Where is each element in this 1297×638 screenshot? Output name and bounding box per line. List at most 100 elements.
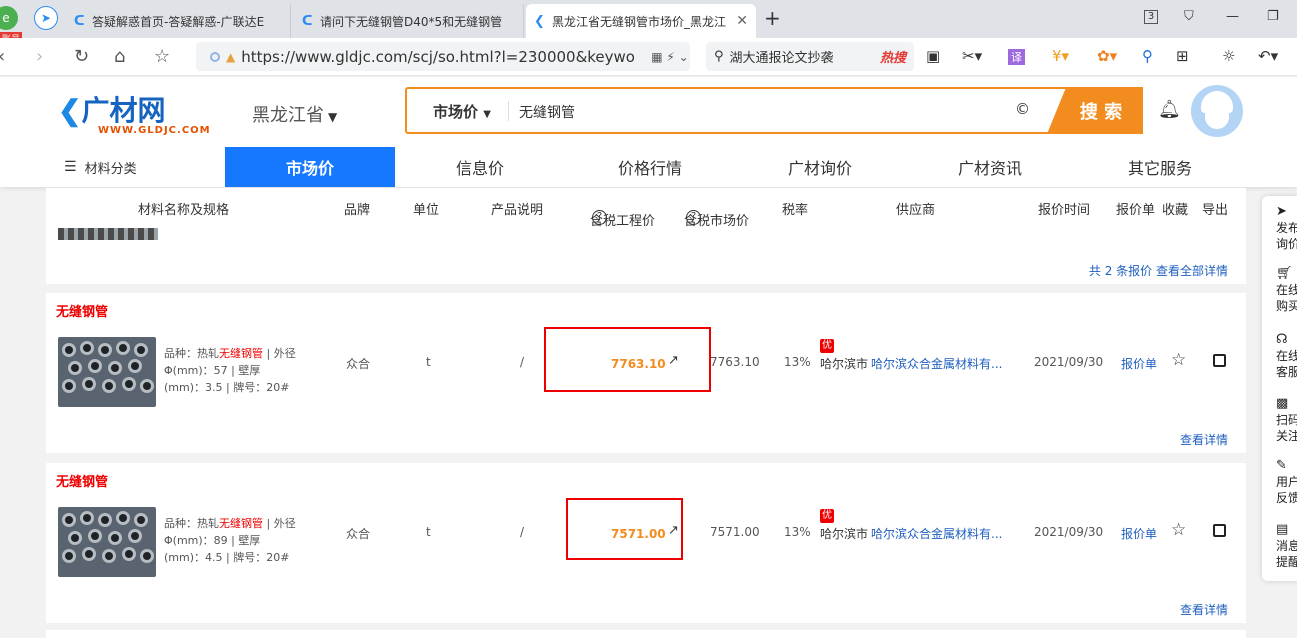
url-text: https://www.gldjc.com/scj/so.html?l=2300… xyxy=(241,47,635,66)
supplier-link[interactable]: 哈尔滨众合金属材料有... xyxy=(871,355,1002,372)
favorite-star-icon[interactable]: ☆ xyxy=(1171,350,1186,370)
reload-icon[interactable]: ↻ xyxy=(74,46,89,67)
view-detail-link[interactable]: 查看详情 xyxy=(1180,431,1228,448)
bookmark-star-icon[interactable]: ☆ xyxy=(154,46,170,67)
tab-favicon-icon: ❮ xyxy=(534,14,545,29)
note-value: / xyxy=(520,525,525,539)
quote-link[interactable]: 报价单 xyxy=(1121,525,1157,542)
search-icon: ⚲ xyxy=(714,49,724,64)
main-nav: ☰ 材料分类 市场价 信息价 价格行情 广材询价 广材资讯 其它服务 xyxy=(0,147,1297,187)
browser-search-box[interactable]: ⚲ 湖大通报论文抄袭 热搜 xyxy=(706,42,914,71)
apps-grid-icon[interactable]: ⊞ xyxy=(1176,47,1189,65)
tab-close-icon[interactable]: ✕ xyxy=(736,13,748,29)
new-tab-icon[interactable]: + xyxy=(764,6,781,30)
browser-logo-icon[interactable]: e xyxy=(0,6,18,30)
chevron-down-icon: ▼ xyxy=(328,110,338,124)
quote-date: 2021/09/30 xyxy=(1034,355,1104,369)
navigate-icon[interactable]: ➤ xyxy=(34,6,58,30)
menu-icon: ☰ xyxy=(64,159,77,175)
unit-value: t xyxy=(426,355,431,369)
col-quote: 报价单 xyxy=(1116,203,1156,218)
product-spec: 品种：热轧无缝钢管 | 外径Φ(mm)：89 | 壁厚(mm)：4.5 | 牌号… xyxy=(164,517,296,564)
home-icon[interactable]: ⌂ xyxy=(114,46,125,67)
tab-3-active[interactable]: ❮ 黑龙江省无缝钢管市场价_黑龙江 ✕ xyxy=(526,4,756,38)
scissors-icon[interactable]: ✂▾ xyxy=(962,47,982,65)
nav-other-services[interactable]: 其它服务 xyxy=(1075,147,1245,187)
side-feedback[interactable]: ✎ 用户反馈 xyxy=(1276,458,1297,506)
hot-search-label[interactable]: 热搜 xyxy=(880,47,906,66)
security-icon xyxy=(210,51,220,62)
export-checkbox[interactable] xyxy=(1213,354,1226,367)
view-detail-link[interactable]: 查看详情 xyxy=(1180,601,1228,618)
prev-result-card: 共 2 条报价 查看全部详情 xyxy=(46,228,1246,284)
warning-icon: ▲ xyxy=(226,49,236,64)
result-title[interactable]: 无缝钢管 xyxy=(56,471,108,490)
headset-icon: ☊ xyxy=(1276,332,1288,347)
col-tax: 税率 xyxy=(782,203,809,218)
quote-link[interactable]: 报价单 xyxy=(1121,355,1157,372)
restore-icon[interactable]: ❐ xyxy=(1267,9,1279,24)
tab-2[interactable]: ᑕ 请问下无缝钢管D40*5和无缝钢管 xyxy=(294,4,524,38)
nav-price-trend[interactable]: 价格行情 xyxy=(565,147,735,187)
bell-icon[interactable]: 🔔︎ xyxy=(1158,99,1181,120)
result-title[interactable]: 无缝钢管 xyxy=(56,301,108,320)
site-logo[interactable]: ❮广材网 WWW.GLDJC.COM xyxy=(58,89,211,136)
back-icon[interactable]: ‹ xyxy=(0,46,5,67)
side-panel: ➤ 发布询价 🛒︎ 在线购买 ☊ 在线客服 ▩ 扫码关注 ✎ 用户反馈 ▤ 消息提醒 xyxy=(1262,196,1297,581)
side-service[interactable]: ☊ 在线客服 xyxy=(1276,332,1297,380)
search-button[interactable]: 搜 索 xyxy=(1047,87,1143,134)
next-result-card xyxy=(46,630,1246,638)
nav-info-price[interactable]: 信息价 xyxy=(395,147,565,187)
minimize-icon[interactable]: — xyxy=(1226,9,1239,24)
brand-value: 众合 xyxy=(346,527,371,541)
copyright-icon[interactable]: © xyxy=(1015,100,1030,118)
side-buy[interactable]: 🛒︎ 在线购买 xyxy=(1276,266,1297,314)
avatar[interactable] xyxy=(1191,85,1243,137)
shirt-icon[interactable]: ⛉ xyxy=(1184,9,1194,24)
product-spec: 品种：热轧无缝钢管 | 外径Φ(mm)：57 | 壁厚(mm)：3.5 | 牌号… xyxy=(164,347,296,394)
magnifier-icon[interactable]: ⚲ xyxy=(1142,47,1153,65)
annotation-red-box xyxy=(566,498,683,560)
tab-1[interactable]: ᑕ 答疑解惑首页-答疑解惑-广联达E xyxy=(66,4,291,38)
product-image[interactable] xyxy=(58,337,156,407)
side-messages[interactable]: ▤ 消息提醒 xyxy=(1276,522,1297,570)
tax-value: 13% xyxy=(784,355,811,369)
logo-arrow-icon: ❮ xyxy=(58,95,82,126)
site-search-input[interactable]: 无缝钢管 xyxy=(519,102,575,122)
browser-tab-bar: e ➤ 账号 ᑕ 答疑解惑首页-答疑解惑-广联达E ᑕ 请问下无缝钢管D40*5… xyxy=(0,0,1297,45)
help-icon[interactable]: ? xyxy=(592,210,607,225)
reader-icon[interactable]: ▣ xyxy=(926,47,940,65)
nav-category[interactable]: ☰ 材料分类 xyxy=(64,147,137,187)
search-type-select[interactable]: 市场价 ▼ xyxy=(433,101,491,122)
nav-market-price[interactable]: 市场价 xyxy=(225,147,395,187)
supplier-link[interactable]: 哈尔滨众合金属材料有... xyxy=(871,525,1002,542)
coupon-icon[interactable]: ¥▾ xyxy=(1052,47,1069,65)
product-image[interactable] xyxy=(58,507,156,577)
brand-value: 众合 xyxy=(346,357,371,371)
unit-value: t xyxy=(426,525,431,539)
tab-count-icon[interactable]: 3 xyxy=(1144,10,1158,24)
qrcode-icon: ▩ xyxy=(1276,396,1289,411)
help-icon[interactable]: ? xyxy=(686,210,701,225)
nav-news[interactable]: 广材资讯 xyxy=(905,147,1075,187)
view-all-link[interactable]: 共 2 条报价 查看全部详情 xyxy=(1089,262,1228,279)
favorite-star-icon[interactable]: ☆ xyxy=(1171,520,1186,540)
province-selector[interactable]: 黑龙江省 ▼ xyxy=(252,101,337,127)
brightness-icon[interactable]: ☼ xyxy=(1222,47,1235,65)
url-tools-icon[interactable]: ▦ ⚡ ⌄ xyxy=(650,50,690,64)
table-header: 材料名称及规格 品牌 单位 产品说明 含税工程价? 含税市场价? 税率 供应商 … xyxy=(46,188,1246,229)
annotation-red-box xyxy=(544,327,711,392)
export-checkbox[interactable] xyxy=(1213,524,1226,537)
col-supplier: 供应商 xyxy=(896,203,936,218)
site-header: ❮广材网 WWW.GLDJC.COM 黑龙江省 ▼ 市场价 ▼ 无缝钢管 © 搜 … xyxy=(0,77,1297,187)
cart-icon: 🛒︎ xyxy=(1276,266,1293,281)
url-bar[interactable]: ▲ https://www.gldjc.com/scj/so.html?l=23… xyxy=(196,42,690,71)
side-qrcode[interactable]: ▩ 扫码关注 xyxy=(1276,396,1297,444)
site-search-bar: 市场价 ▼ 无缝钢管 © 搜 索 xyxy=(405,87,1143,134)
undo-icon[interactable]: ↶▾ xyxy=(1258,47,1278,65)
side-inquiry[interactable]: ➤ 发布询价 xyxy=(1276,204,1297,252)
nav-inquiry[interactable]: 广材询价 xyxy=(735,147,905,187)
translate-icon[interactable]: 译 xyxy=(1008,49,1025,65)
game-icon[interactable]: ✿▾ xyxy=(1097,47,1117,65)
forward-icon[interactable]: › xyxy=(36,46,43,67)
